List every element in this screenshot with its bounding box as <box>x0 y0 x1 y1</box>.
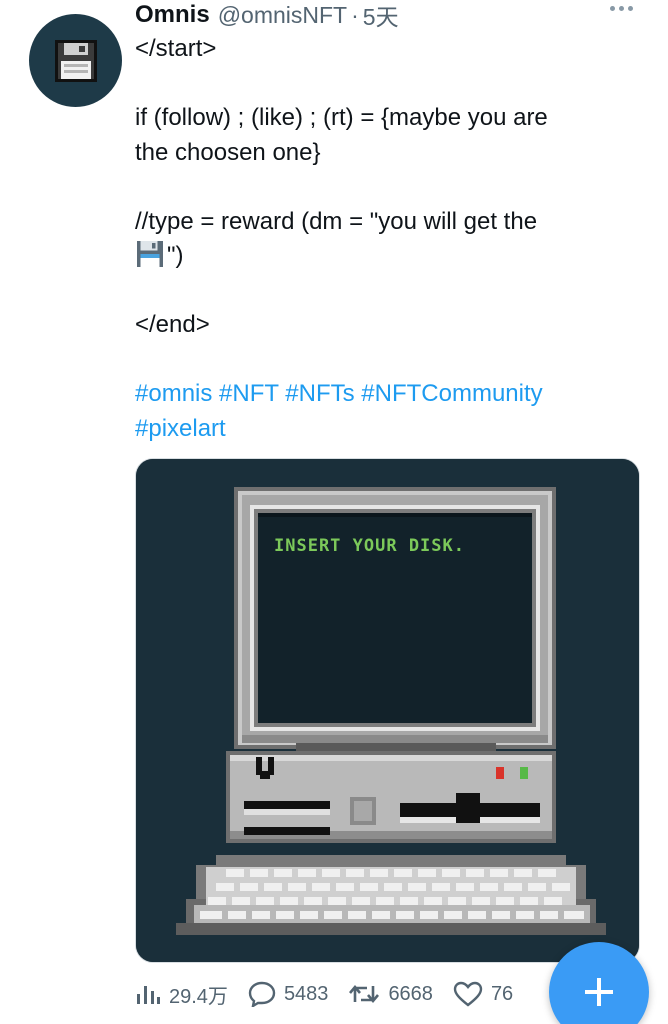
bar-chart-icon <box>137 986 160 1004</box>
hashtags-line[interactable]: #pixelart <box>135 412 635 447</box>
text-line <box>135 343 635 378</box>
heart-icon <box>453 981 483 1007</box>
pixel-computer-illustration: INSERT YOUR DISK. <box>136 459 639 962</box>
tweet-text: </start> if (follow) ; (like) ; (rt) = {… <box>135 32 635 446</box>
retweet-button[interactable]: 6668 <box>348 982 433 1006</box>
like-button[interactable]: 76 <box>453 981 513 1007</box>
hashtags-line[interactable]: #omnis #NFT #NFTs #NFTCommunity <box>135 377 635 412</box>
text-line: </start> <box>135 35 217 62</box>
reply-button[interactable]: 5483 <box>248 981 329 1007</box>
text-line <box>135 67 635 102</box>
views-count: 29.4万 <box>169 985 228 1008</box>
author-name[interactable]: Omnis <box>135 1 210 29</box>
text-line-with-emoji: ") <box>135 239 635 274</box>
author-handle[interactable]: @omnisNFT <box>218 2 347 29</box>
reply-count: 5483 <box>283 982 329 1005</box>
views-button[interactable]: 29.4万 <box>135 980 228 1009</box>
text-line <box>135 274 635 309</box>
reply-icon <box>248 981 276 1007</box>
screen-text: INSERT YOUR DISK. <box>274 536 465 556</box>
separator-dot: · <box>351 1 359 28</box>
floppy-disk-icon <box>54 39 97 82</box>
text-line <box>135 170 635 205</box>
text-line: </end> <box>135 311 210 338</box>
tweet-media-image[interactable]: INSERT YOUR DISK. <box>135 458 640 963</box>
more-options-icon[interactable] <box>610 6 638 16</box>
plus-icon <box>585 978 613 1006</box>
like-count: 76 <box>490 982 514 1005</box>
text-line: the choosen one} <box>135 138 321 166</box>
retweet-count: 6668 <box>388 982 433 1005</box>
timestamp[interactable]: 5天 <box>363 0 399 32</box>
floppy-disk-emoji-icon <box>136 240 164 268</box>
text-line: //type = reward (dm = "you will get the <box>135 207 538 235</box>
text-line: if (follow) ; (like) ; (rt) = {maybe you… <box>135 104 548 131</box>
avatar[interactable] <box>29 14 122 107</box>
text-line: ") <box>167 242 184 269</box>
tweet-actions: 29.4万 5483 6668 76 <box>135 976 533 1012</box>
retweet-icon <box>349 984 380 1004</box>
tweet-header: Omnis @omnisNFT · 5天 <box>135 0 399 30</box>
